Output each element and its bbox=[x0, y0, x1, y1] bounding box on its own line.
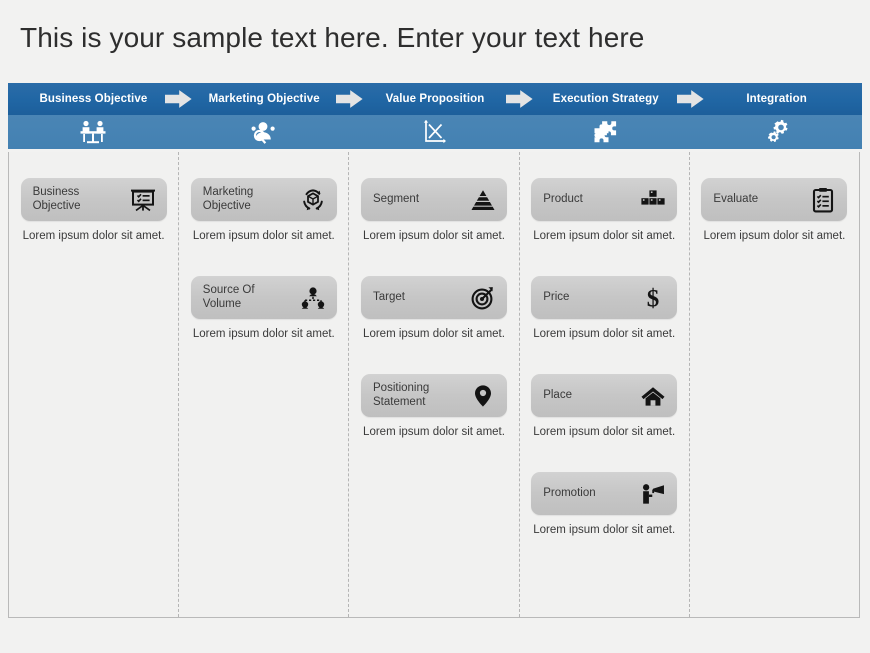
card-spacer bbox=[349, 254, 518, 276]
card-label: Marketing Objective bbox=[202, 186, 254, 212]
card-pill[interactable]: Target bbox=[361, 276, 507, 319]
card-description: Lorem ipsum dolor sit amet. bbox=[533, 230, 676, 242]
stage-arrow-icon bbox=[335, 90, 363, 109]
line-chart-icon bbox=[420, 118, 450, 146]
column-integration: Evaluate Lorem ipsum dolor sit amet. bbox=[688, 152, 859, 617]
card-pill[interactable]: Place bbox=[531, 374, 678, 417]
gears-icon bbox=[762, 118, 792, 146]
card-spacer bbox=[520, 450, 689, 472]
card-label: Product bbox=[543, 192, 583, 205]
puzzle-pieces-icon bbox=[591, 118, 621, 146]
card-description: Lorem ipsum dolor sit amet. bbox=[703, 230, 846, 242]
card-spacer bbox=[520, 254, 689, 276]
card-pill[interactable]: Price $ bbox=[531, 276, 678, 319]
card-pill[interactable]: Product bbox=[531, 178, 678, 221]
card-description: Lorem ipsum dolor sit amet. bbox=[192, 230, 335, 242]
card-spacer bbox=[520, 352, 689, 374]
stage-label: Marketing Objective bbox=[208, 93, 320, 105]
card-pill[interactable]: Promotion bbox=[531, 472, 678, 515]
content-panel: Business Objective Lorem ipsum dolor sit… bbox=[8, 152, 860, 618]
card-description: Lorem ipsum dolor sit amet. bbox=[533, 426, 676, 438]
card[interactable]: Evaluate Lorem ipsum dolor sit amet. bbox=[701, 178, 848, 244]
pyramid-icon bbox=[470, 187, 496, 213]
location-pin-icon bbox=[470, 383, 496, 409]
target-arrow-icon bbox=[470, 285, 496, 311]
person-search-icon bbox=[249, 118, 279, 146]
stage-4-icon-cell[interactable] bbox=[520, 115, 691, 149]
card-description: Lorem ipsum dolor sit amet. bbox=[363, 230, 505, 242]
card-pill[interactable]: Segment bbox=[361, 178, 507, 221]
card-pill[interactable]: Source Of Volume bbox=[190, 276, 337, 319]
card-label: Place bbox=[543, 388, 572, 401]
card-pill[interactable]: Positioning Statement bbox=[361, 374, 507, 417]
card-label: Business Objective bbox=[32, 186, 81, 212]
stage-arrow-icon bbox=[506, 90, 533, 109]
card-label: Evaluate bbox=[713, 192, 759, 205]
card-label: Source Of Volume bbox=[202, 284, 255, 310]
house-icon bbox=[640, 383, 666, 409]
card-label: Promotion bbox=[543, 486, 596, 499]
card[interactable]: Positioning Statement Lorem ipsum dolor … bbox=[361, 374, 507, 440]
card-spacer bbox=[179, 254, 348, 276]
stage-icon-row bbox=[8, 115, 862, 149]
card-description: Lorem ipsum dolor sit amet. bbox=[192, 328, 335, 340]
stage-arrow-icon bbox=[164, 90, 192, 109]
stage-label: Business Objective bbox=[39, 93, 148, 105]
process-header-band: Business Objective Marketing Objective V… bbox=[8, 83, 862, 149]
meeting-table-icon bbox=[78, 118, 108, 146]
card-label: Positioning Statement bbox=[373, 382, 430, 408]
column-execution-strategy: Product Lorem ipsum dolor sit amet. Price… bbox=[518, 152, 689, 617]
card[interactable]: Segment Lorem ipsum dolor sit amet. bbox=[361, 178, 507, 244]
stage-2-icon-cell[interactable] bbox=[179, 115, 350, 149]
card-label: Target bbox=[373, 290, 405, 303]
card[interactable]: Target Lorem ipsum dolor sit amet. bbox=[361, 276, 507, 342]
cube-recycle-icon bbox=[300, 187, 326, 213]
stacked-boxes-icon bbox=[640, 187, 666, 213]
clipboard-checklist-icon bbox=[810, 187, 836, 213]
stage-2-label-cell[interactable]: Marketing Objective bbox=[179, 83, 363, 115]
megaphone-person-icon bbox=[640, 481, 666, 507]
card-description: Lorem ipsum dolor sit amet. bbox=[363, 328, 505, 340]
column-marketing-objective: Marketing Objective Lorem ipsum dolor si… bbox=[178, 152, 348, 617]
page-title: This is your sample text here. Enter you… bbox=[20, 22, 645, 53]
card-pill[interactable]: Evaluate bbox=[701, 178, 848, 221]
stage-3-label-cell[interactable]: Value Proposition bbox=[350, 83, 533, 115]
card-description: Lorem ipsum dolor sit amet. bbox=[363, 426, 505, 438]
dollar-sign-icon: $ bbox=[640, 285, 666, 311]
card-spacer bbox=[349, 352, 518, 374]
card[interactable]: Marketing Objective Lorem ipsum dolor si… bbox=[190, 178, 337, 244]
card-description: Lorem ipsum dolor sit amet. bbox=[533, 524, 676, 536]
card-description: Lorem ipsum dolor sit amet. bbox=[22, 230, 165, 242]
slide-canvas: This is your sample text here. Enter you… bbox=[0, 0, 870, 653]
presentation-board-icon bbox=[130, 187, 156, 213]
stage-5-icon-cell[interactable] bbox=[691, 115, 862, 149]
card-label: Segment bbox=[373, 192, 420, 205]
stage-label: Execution Strategy bbox=[552, 93, 659, 105]
column-value-proposition: Segment Lorem ipsum dolor sit amet. Targe… bbox=[348, 152, 518, 617]
stage-1-icon-cell[interactable] bbox=[8, 115, 179, 149]
card-description: Lorem ipsum dolor sit amet. bbox=[533, 328, 676, 340]
card[interactable]: Source Of Volume Lorem ipsum dolor sit a… bbox=[190, 276, 337, 342]
card[interactable]: Promotion Lorem ipsum dolor sit amet. bbox=[531, 472, 678, 538]
stage-3-icon-cell[interactable] bbox=[350, 115, 521, 149]
org-chart-icon bbox=[300, 285, 326, 311]
stage-4-label-cell[interactable]: Execution Strategy bbox=[520, 83, 704, 115]
card[interactable]: Place Lorem ipsum dolor sit amet. bbox=[531, 374, 678, 440]
card[interactable]: Product Lorem ipsum dolor sit amet. bbox=[531, 178, 678, 244]
card-label: Price bbox=[543, 290, 570, 303]
stage-label: Integration bbox=[746, 93, 807, 105]
column-business-objective: Business Objective Lorem ipsum dolor sit… bbox=[9, 152, 178, 617]
stage-1-label-cell[interactable]: Business Objective bbox=[8, 83, 192, 115]
stage-label-row: Business Objective Marketing Objective V… bbox=[8, 83, 862, 115]
card-pill[interactable]: Marketing Objective bbox=[190, 178, 337, 221]
stage-arrow-icon bbox=[677, 90, 704, 109]
stage-label: Value Proposition bbox=[385, 93, 485, 105]
stage-5-label-cell[interactable]: Integration bbox=[691, 83, 862, 115]
card[interactable]: Price $ Lorem ipsum dolor sit amet. bbox=[531, 276, 678, 342]
svg-text:$: $ bbox=[647, 285, 660, 311]
card[interactable]: Business Objective Lorem ipsum dolor sit… bbox=[20, 178, 167, 244]
card-pill[interactable]: Business Objective bbox=[20, 178, 167, 221]
